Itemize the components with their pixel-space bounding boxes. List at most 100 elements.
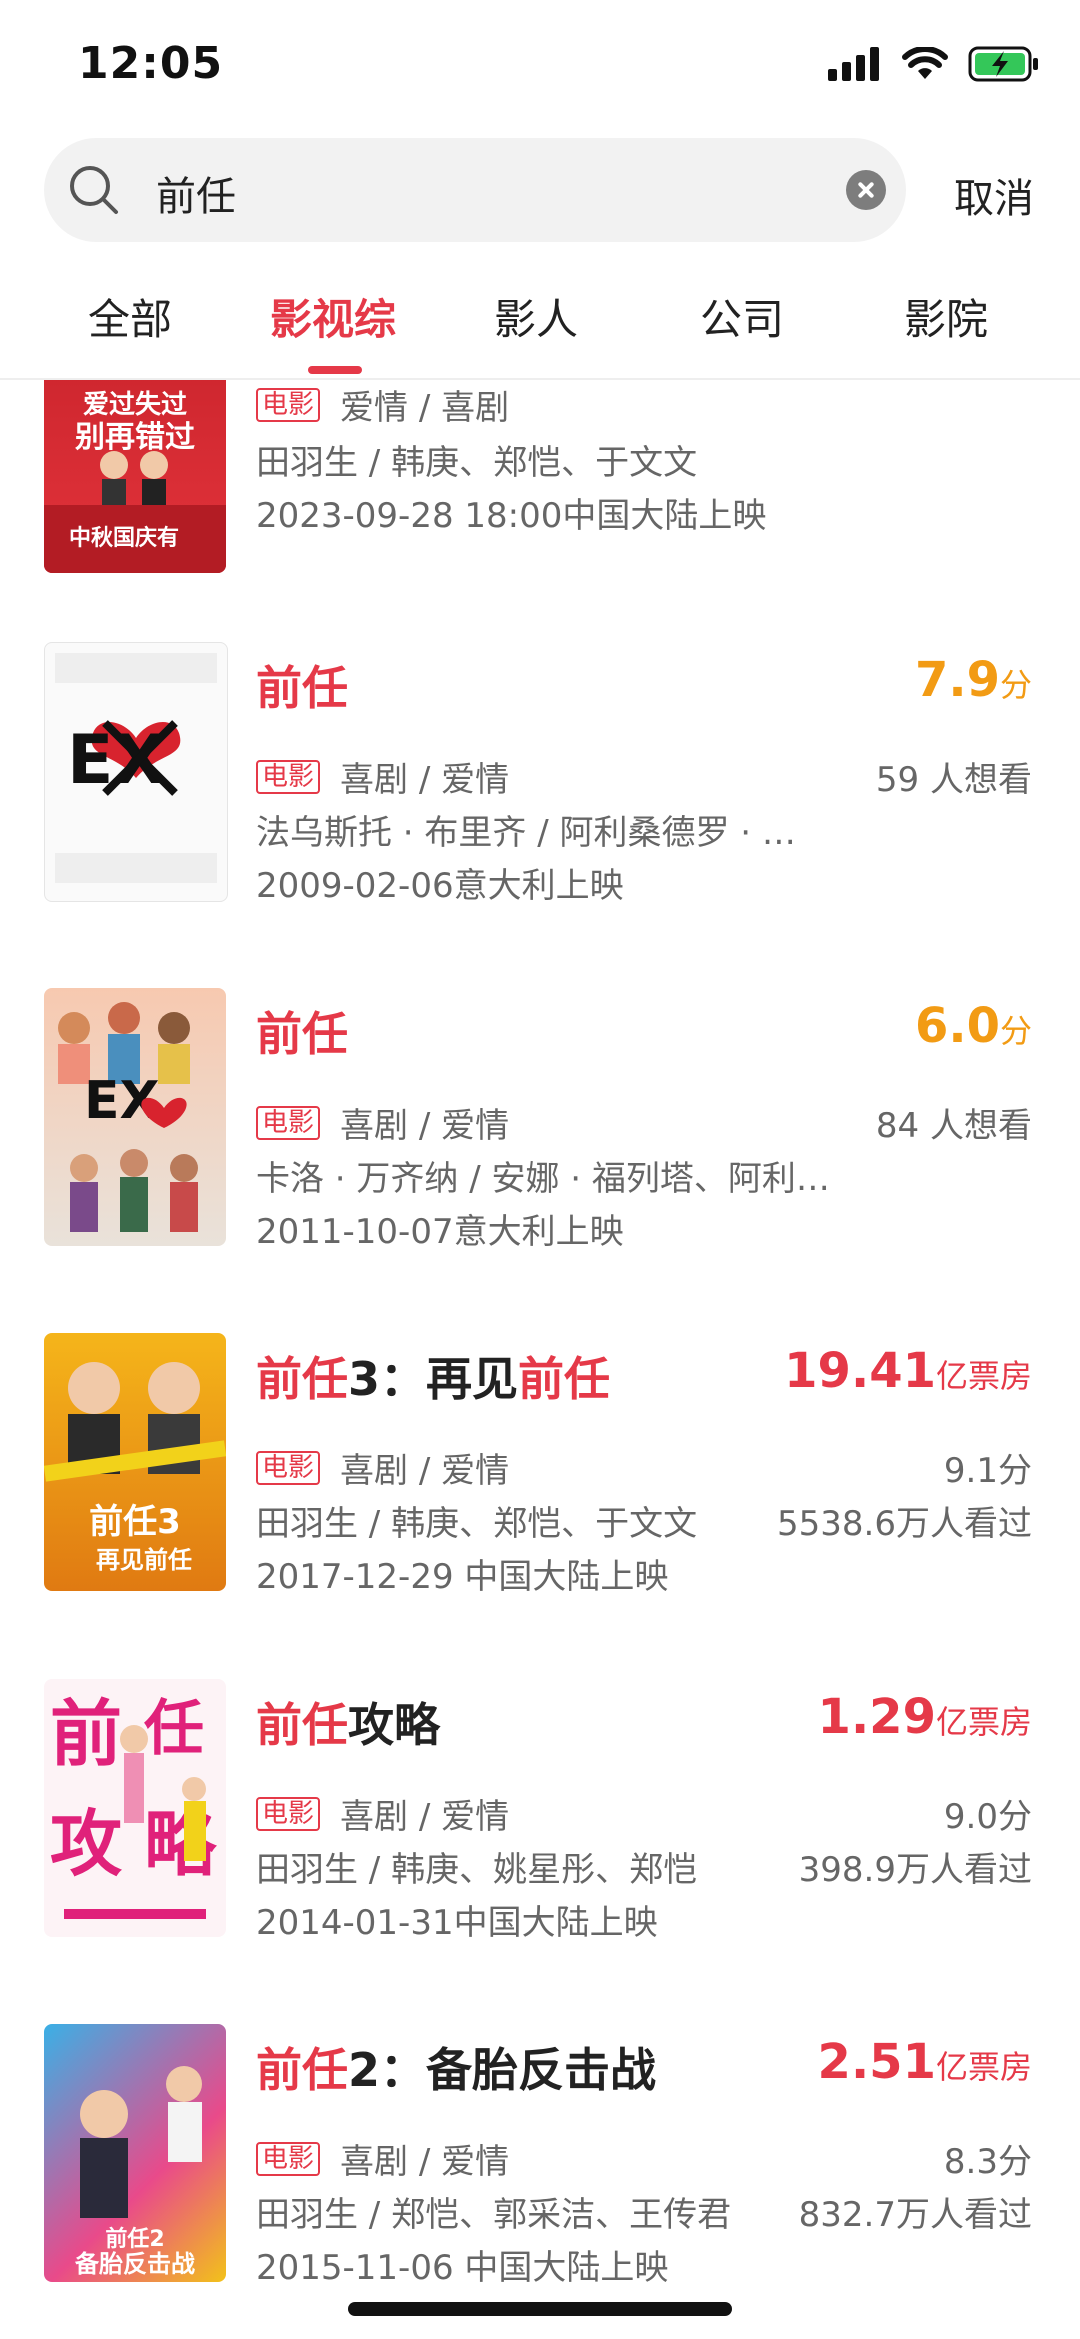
title-highlight: 前任: [518, 1352, 611, 1406]
movie-title[interactable]: 前任: [256, 652, 348, 718]
title-highlight: 前任: [256, 2043, 348, 2097]
list-item[interactable]: 前 任 攻 略 前任攻略 1.29亿票房 电影 喜剧 / 爱情 9.0分 田羽生…: [0, 1679, 1080, 1943]
title-text: 2：备胎反击战: [348, 2043, 657, 2097]
movie-score: 7.9分: [915, 652, 1032, 708]
genres: 爱情 / 喜剧: [340, 388, 510, 428]
director-cast: 田羽生 / 郑恺、郭采洁、王传君: [256, 2195, 732, 2235]
box-office-value: 1.29: [817, 1689, 936, 1745]
want-to-see: 84 人想看: [875, 1106, 1032, 1146]
viewers-count: 5538.6万人看过: [777, 1504, 1032, 1544]
wifi-icon: [902, 47, 948, 79]
movie-tag: 电影: [256, 759, 321, 794]
director-cast: 田羽生 / 韩庚、姚星彤、郑恺: [256, 1850, 698, 1890]
title-highlight: 前任: [256, 1007, 348, 1061]
svg-text:爱过失过: 爱过失过: [83, 390, 187, 420]
movie-poster[interactable]: EX: [44, 642, 228, 902]
genres: 喜剧 / 爱情: [340, 1451, 510, 1491]
director-cast: 卡洛 · 万齐纳 / 安娜 · 福列塔、阿利…: [256, 1159, 830, 1199]
movie-poster[interactable]: 爱过失过 别再错过 中秋国庆有: [44, 380, 226, 573]
movie-tag: 电影: [256, 1450, 321, 1485]
genres: 喜剧 / 爱情: [340, 760, 510, 800]
box-office: 2.51亿票房: [818, 2034, 1032, 2090]
viewers-count: 398.9万人看过: [798, 1850, 1032, 1890]
tab-movies-tv[interactable]: 影视综: [270, 286, 396, 347]
search-input[interactable]: 前任: [156, 164, 236, 222]
viewers-count: 832.7万人看过: [798, 2195, 1032, 2235]
movie-meta: 电影 喜剧 / 爱情: [256, 1098, 509, 1147]
title-text: 3：再见: [348, 1352, 519, 1406]
battery-charging-icon: [968, 46, 1038, 82]
svg-text:别再错过: 别再错过: [75, 420, 195, 455]
release-info: 2009-02-06意大利上映: [256, 866, 624, 906]
movie-title[interactable]: 前任攻略: [256, 1689, 440, 1755]
director-cast: 田羽生 / 韩庚、郑恺、于文文: [256, 1504, 698, 1544]
tab-people[interactable]: 影人: [494, 286, 578, 347]
genres: 喜剧 / 爱情: [340, 1106, 510, 1146]
score-value: 7.9: [914, 652, 1000, 708]
movie-meta: 电影 喜剧 / 爱情: [256, 1443, 509, 1492]
movie-meta: 电影 喜剧 / 爱情: [256, 752, 509, 801]
movie-poster[interactable]: 前任3 再见前任: [44, 1333, 226, 1591]
results-list: 爱过失过 别再错过 中秋国庆有 电影 爱情 / 喜剧 田羽生 / 韩庚、郑恺、于…: [0, 380, 1080, 2339]
search-box[interactable]: 前任: [44, 138, 906, 242]
release-info: 2017-12-29 中国大陆上映: [256, 1557, 669, 1597]
list-item[interactable]: 前任3 再见前任 前任3：再见前任 19.41亿票房 电影 喜剧 / 爱情 9.…: [0, 1333, 1080, 1597]
svg-text:略: 略: [144, 1802, 218, 1886]
want-to-see: 59 人想看: [875, 760, 1032, 800]
movie-tag: 电影: [256, 1105, 321, 1140]
movie-tag: 电影: [256, 1796, 321, 1831]
cancel-button[interactable]: 取消: [954, 166, 1034, 224]
svg-text:中秋国庆有: 中秋国庆有: [69, 525, 179, 551]
home-indicator[interactable]: [348, 2302, 732, 2316]
status-bar: 12:05: [0, 0, 1080, 130]
box-office: 1.29亿票房: [818, 1689, 1032, 1745]
movie-title[interactable]: 前任: [256, 998, 348, 1064]
movie-poster[interactable]: 前 任 攻 略: [44, 1679, 226, 1937]
svg-text:前任3: 前任3: [89, 1502, 181, 1542]
tab-cinemas[interactable]: 影院: [904, 286, 988, 347]
tab-all[interactable]: 全部: [88, 286, 172, 347]
clear-icon[interactable]: [846, 170, 886, 210]
active-tab-indicator: [308, 366, 362, 374]
release-info: 2011-10-07意大利上映: [256, 1212, 624, 1252]
box-office-unit: 亿票房: [935, 2048, 1032, 2086]
release-info: 2015-11-06 中国大陆上映: [256, 2248, 669, 2288]
svg-text:前任2: 前任2: [105, 2226, 164, 2252]
score-value: 6.0: [914, 998, 1000, 1054]
svg-text:再见前任: 再见前任: [96, 1546, 192, 1574]
rating: 9.0分: [943, 1797, 1032, 1837]
movie-poster[interactable]: EX: [44, 988, 226, 1246]
box-office-unit: 亿票房: [935, 1357, 1032, 1395]
category-tabs: 全部 影视综 影人 公司 影院: [0, 268, 1080, 380]
title-text: 攻略: [348, 1698, 440, 1752]
score-unit: 分: [999, 666, 1032, 704]
list-item[interactable]: 前任2 备胎反击战 前任2：备胎反击战 2.51亿票房 电影 喜剧 / 爱情 8…: [0, 2024, 1080, 2288]
title-highlight: 前任: [256, 1698, 348, 1752]
svg-text:任: 任: [144, 1694, 204, 1764]
box-office-value: 19.41: [784, 1343, 936, 1399]
movie-meta: 电影 爱情 / 喜剧: [256, 380, 509, 429]
svg-text:前: 前: [50, 1692, 122, 1776]
director-cast: 法乌斯托 · 布里齐 / 阿利桑德罗 · …: [256, 813, 796, 853]
tab-companies[interactable]: 公司: [700, 286, 784, 347]
list-item[interactable]: EX 前任 6.0分 电影 喜剧 / 爱情 84 人想看 卡洛 · 万齐纳 / …: [0, 988, 1080, 1252]
search-icon: [70, 166, 118, 214]
svg-text:攻: 攻: [50, 1802, 123, 1886]
box-office-value: 2.51: [817, 2034, 936, 2090]
title-highlight: 前任: [256, 661, 348, 715]
genres: 喜剧 / 爱情: [340, 2142, 510, 2182]
movie-tag: 电影: [256, 2141, 321, 2176]
movie-score: 6.0分: [915, 998, 1032, 1054]
status-icons: [828, 44, 1040, 84]
director-cast: 田羽生 / 韩庚、郑恺、于文文: [256, 443, 698, 483]
status-time: 12:05: [78, 38, 224, 89]
movie-poster[interactable]: 前任2 备胎反击战: [44, 2024, 226, 2282]
release-info: 2014-01-31中国大陆上映: [256, 1903, 658, 1943]
list-item[interactable]: 爱过失过 别再错过 中秋国庆有 电影 爱情 / 喜剧 田羽生 / 韩庚、郑恺、于…: [0, 380, 1080, 575]
signal-icon: [828, 47, 879, 81]
movie-meta: 电影 喜剧 / 爱情: [256, 1789, 509, 1838]
movie-title[interactable]: 前任2：备胎反击战: [256, 2034, 656, 2100]
movie-title[interactable]: 前任3：再见前任: [256, 1343, 610, 1409]
list-item[interactable]: EX 前任 7.9分 电影 喜剧 / 爱情 59 人想看 法乌斯托 · 布里齐 …: [0, 642, 1080, 906]
svg-text:备胎反击战: 备胎反击战: [74, 2250, 195, 2278]
